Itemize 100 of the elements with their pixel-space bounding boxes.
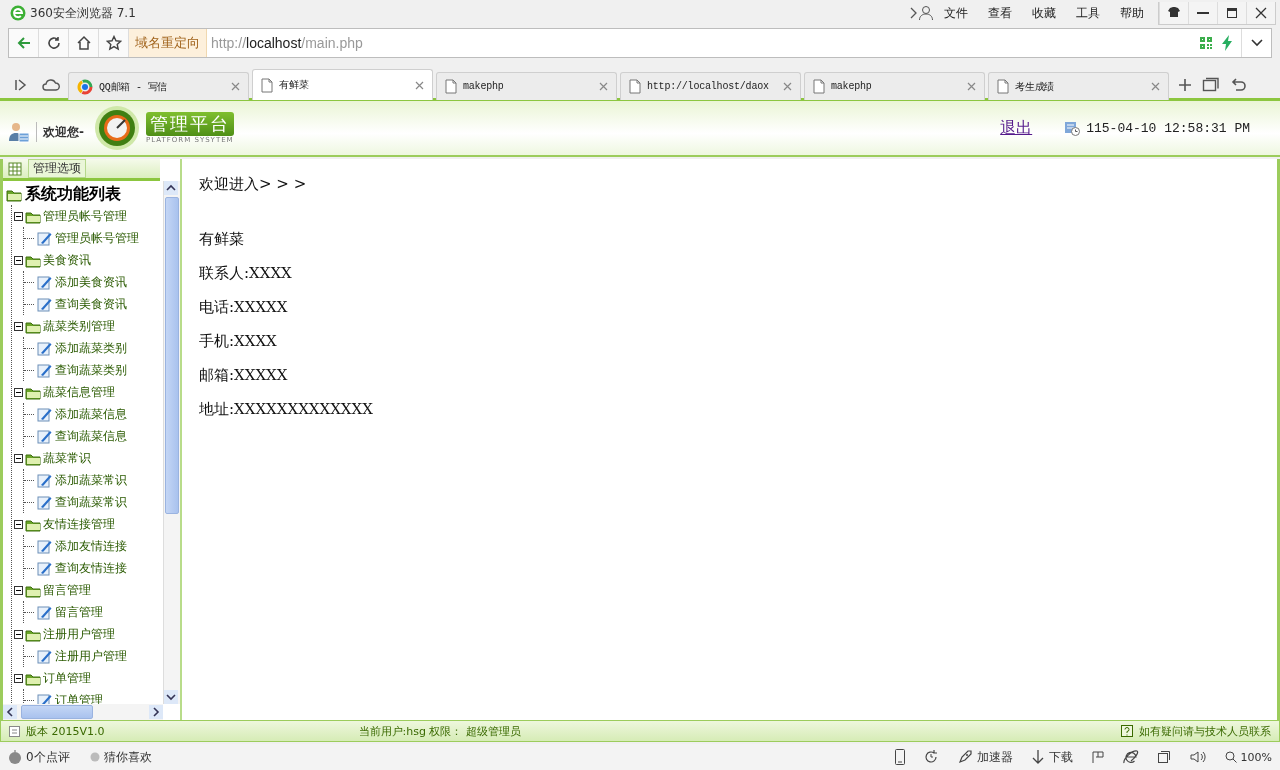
notepad-pen-icon [37,692,52,704]
tree-title: 系统功能列表 [25,183,121,205]
user-icon[interactable] [918,5,934,21]
page-icon [813,79,825,94]
notepad-pen-icon [37,340,52,356]
download-button[interactable]: 下载 [1048,748,1073,766]
cloud-icon[interactable] [42,78,60,92]
plus-icon[interactable] [1178,78,1192,92]
notepad-pen-icon [37,494,52,510]
collapse-icon[interactable] [14,211,23,221]
info-text: 有鲜菜 [199,230,244,248]
tree-link[interactable]: 查询友情连接 [55,559,127,577]
tree-link[interactable]: 管理员帐号管理 [55,229,139,247]
close-icon[interactable] [415,80,424,90]
close-icon[interactable] [599,82,608,91]
tree-link[interactable]: 添加蔬菜常识 [55,471,127,489]
tree-link[interactable]: 添加友情连接 [55,537,127,555]
tree-folder[interactable]: 留言管理 [43,581,91,599]
notepad-pen-icon [37,274,52,290]
menu-item[interactable]: 帮助 [1110,4,1154,22]
collapse-icon[interactable] [14,585,23,595]
window-icon[interactable] [1156,750,1171,764]
tree-link[interactable]: 添加美食资讯 [55,273,127,291]
recommend-link[interactable]: 猜你喜欢 [103,748,152,766]
undo-icon[interactable] [1230,77,1246,93]
vertical-scrollbar[interactable] [163,181,180,704]
tree-folder[interactable]: 美食资讯 [43,251,91,269]
logout-link[interactable]: 退出 [1000,117,1033,139]
close-icon[interactable] [1151,82,1160,91]
menu-item[interactable]: 文件 [934,4,978,22]
close-button[interactable] [1246,1,1275,24]
tree-link[interactable]: 查询蔬菜常识 [55,493,127,511]
notepad-pen-icon [37,560,52,576]
browser-tab[interactable]: 考生成绩 [988,72,1169,100]
tree-folder[interactable]: 管理员帐号管理 [43,207,127,225]
close-icon[interactable] [231,82,240,91]
tree-link[interactable]: 注册用户管理 [55,647,127,665]
collapse-icon[interactable] [14,519,23,529]
refresh-clock-icon[interactable] [922,749,939,765]
welcome-text: 欢迎您- [43,123,84,141]
collapse-icon[interactable] [14,321,23,331]
windows-icon[interactable] [1202,77,1220,93]
logo-title: 管理平台 [146,112,234,136]
menu-item[interactable]: 收藏 [1022,4,1066,22]
dot-icon [89,752,100,762]
tree-folder[interactable]: 蔬菜类别管理 [43,317,115,335]
close-icon[interactable] [783,82,792,91]
chevron-right-icon[interactable] [908,6,918,20]
tree-link[interactable]: 留言管理 [55,603,103,621]
page-icon [997,79,1009,94]
tree-link[interactable]: 查询美食资讯 [55,295,127,313]
collapse-icon[interactable] [14,629,23,639]
tree-link[interactable]: 添加蔬菜信息 [55,405,127,423]
close-icon[interactable] [967,82,976,91]
tree-link[interactable]: 查询蔬菜信息 [55,427,127,445]
tree-link[interactable]: 添加蔬菜类别 [55,339,127,357]
info-text: 手机:XXXX [199,332,277,350]
speaker-icon[interactable] [1188,749,1207,765]
help-text: 如有疑问请与技术人员联系 [1139,723,1271,739]
reviews-link[interactable]: 0个点评 [26,748,70,766]
menu-item[interactable]: 查看 [978,4,1022,22]
collapse-icon[interactable] [14,255,23,265]
skin-button[interactable] [1159,1,1188,24]
horizontal-scrollbar[interactable] [3,704,163,720]
tree-folder[interactable]: 蔬菜常识 [43,449,91,467]
gauge-logo-icon [94,105,140,151]
minimize-icon [1197,11,1209,14]
tree-folder[interactable]: 订单管理 [43,669,91,687]
collapse-icon[interactable] [14,673,23,683]
browser-tab[interactable]: makephp [436,72,617,100]
browser-tab[interactable]: makephp [804,72,985,100]
minimize-button[interactable] [1188,1,1217,24]
accelerator-button[interactable]: 加速器 [976,748,1013,766]
maximize-button[interactable] [1217,1,1246,24]
sidebar-tab[interactable]: 管理选项 [28,159,86,178]
scroll-down-icon [164,690,178,704]
notepad-pen-icon [37,428,52,444]
notepad-pen-icon [37,406,52,422]
tree-folder[interactable]: 友情连接管理 [43,515,115,533]
search-icon [1224,751,1237,763]
tree-folder[interactable]: 蔬菜信息管理 [43,383,115,401]
menu-item[interactable]: 工具 [1066,4,1110,22]
page-icon [261,77,273,93]
sidebar-toggle-icon[interactable] [14,78,28,92]
tree-folder[interactable]: 注册用户管理 [43,625,115,643]
phone-icon[interactable] [894,749,905,765]
tree-link[interactable]: 查询蔬菜类别 [55,361,127,379]
collapse-icon[interactable] [14,387,23,397]
colorful-ring-icon [77,78,93,95]
notepad-pen-icon [37,296,52,312]
notepad-pen-icon [37,472,52,488]
browser-tab[interactable]: http://localhost/daox [620,72,801,100]
zoom-level[interactable]: 100% [1240,750,1272,764]
notepad-pen-icon [37,648,52,664]
collapse-icon[interactable] [14,453,23,463]
current-user-text: 当前用户:hsg 权限： 超级管理员 [358,723,521,739]
flag-icon[interactable] [1090,750,1105,764]
browser-tab[interactable]: 有鲜菜 [252,69,433,100]
calendar-clock-icon [1064,120,1081,136]
browser-tab[interactable]: QQ邮箱 - 写信 [68,72,249,100]
